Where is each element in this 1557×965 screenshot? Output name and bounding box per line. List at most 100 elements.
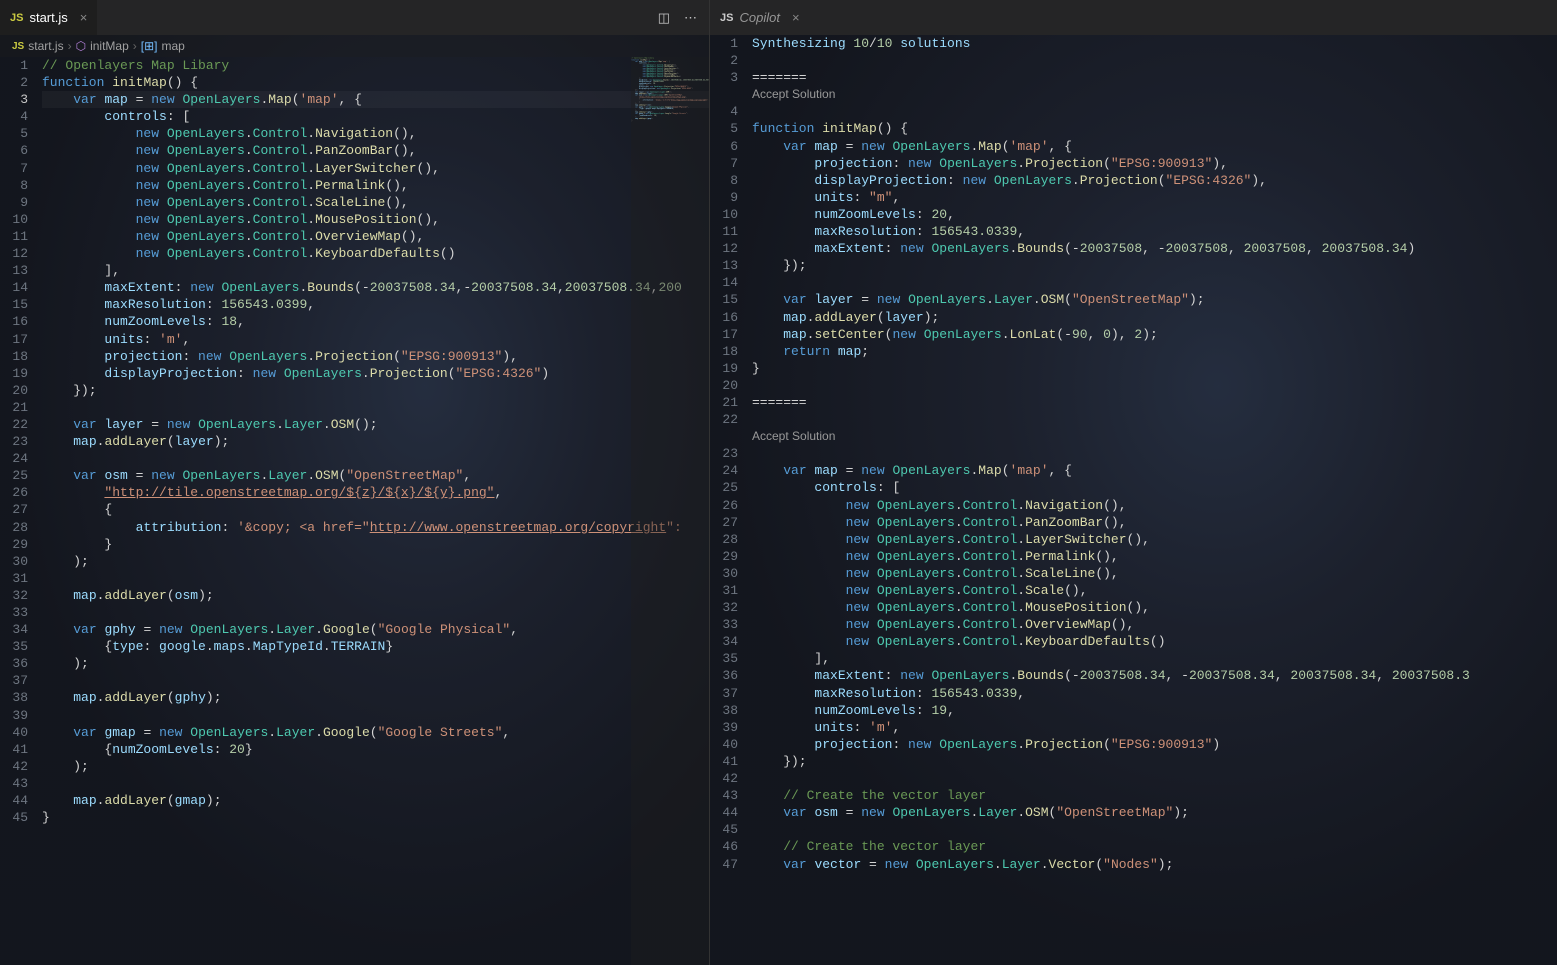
code-line[interactable]: controls: [: [42, 108, 709, 125]
code-line[interactable]: // Create the vector layer: [752, 838, 1557, 855]
code-line[interactable]: [42, 672, 709, 689]
code-line[interactable]: projection: new OpenLayers.Projection("E…: [752, 736, 1557, 753]
breadcrumb[interactable]: JS start.js › ⬡ initMap › [⊞] map: [0, 35, 709, 57]
code-line[interactable]: Synthesizing 10/10 solutions: [752, 35, 1557, 52]
code-line[interactable]: numZoomLevels: 20,: [752, 206, 1557, 223]
code-line[interactable]: });: [752, 753, 1557, 770]
code-line[interactable]: new OpenLayers.Control.Scale(),: [752, 582, 1557, 599]
code-line[interactable]: var osm = new OpenLayers.Layer.OSM("Open…: [42, 467, 709, 484]
code-line[interactable]: numZoomLevels: 18,: [42, 313, 709, 330]
code-line[interactable]: }: [42, 809, 709, 826]
code-line[interactable]: [42, 604, 709, 621]
code-line[interactable]: units: 'm',: [42, 331, 709, 348]
code-line[interactable]: map.addLayer(gmap);: [42, 792, 709, 809]
code-line[interactable]: [752, 445, 1557, 462]
code-editor-left[interactable]: 1234567891011121314151617181920212223242…: [0, 57, 709, 965]
code-line[interactable]: // Create the vector layer: [752, 787, 1557, 804]
minimap[interactable]: // Openlayers Map Libaryfunction initMap…: [631, 57, 709, 965]
code-line[interactable]: new OpenLayers.Control.Permalink(),: [42, 177, 709, 194]
code-line[interactable]: var vector = new OpenLayers.Layer.Vector…: [752, 856, 1557, 873]
code-line[interactable]: units: 'm',: [752, 719, 1557, 736]
code-line[interactable]: new OpenLayers.Control.MousePosition(),: [752, 599, 1557, 616]
code-line[interactable]: [752, 274, 1557, 291]
code-line[interactable]: [42, 399, 709, 416]
code-line[interactable]: map.setCenter(new OpenLayers.LonLat(-90,…: [752, 326, 1557, 343]
code-content[interactable]: // Openlayers Map Libaryfunction initMap…: [42, 57, 709, 965]
code-line[interactable]: "http://tile.openstreetmap.org/${z}/${x}…: [42, 484, 709, 501]
code-line[interactable]: );: [42, 758, 709, 775]
code-line[interactable]: var layer = new OpenLayers.Layer.OSM();: [42, 416, 709, 433]
code-line[interactable]: var map = new OpenLayers.Map('map', {: [752, 138, 1557, 155]
tab-start-js[interactable]: JS start.js ×: [0, 0, 97, 35]
code-line[interactable]: maxResolution: 156543.0339,: [752, 685, 1557, 702]
code-line[interactable]: var gmap = new OpenLayers.Layer.Google("…: [42, 724, 709, 741]
code-line[interactable]: projection: new OpenLayers.Projection("E…: [42, 348, 709, 365]
code-line[interactable]: maxExtent: new OpenLayers.Bounds(-200375…: [752, 667, 1557, 684]
code-line[interactable]: new OpenLayers.Control.LayerSwitcher(),: [752, 531, 1557, 548]
code-line[interactable]: function initMap() {: [752, 120, 1557, 137]
code-line[interactable]: );: [42, 655, 709, 672]
code-line[interactable]: new OpenLayers.Control.PanZoomBar(),: [752, 514, 1557, 531]
code-line[interactable]: map.addLayer(gphy);: [42, 689, 709, 706]
code-line[interactable]: units: "m",: [752, 189, 1557, 206]
code-line[interactable]: return map;: [752, 343, 1557, 360]
code-line[interactable]: [42, 570, 709, 587]
code-line[interactable]: =======: [752, 394, 1557, 411]
code-line[interactable]: numZoomLevels: 19,: [752, 702, 1557, 719]
code-line[interactable]: [752, 411, 1557, 428]
code-line[interactable]: new OpenLayers.Control.Permalink(),: [752, 548, 1557, 565]
code-line[interactable]: var osm = new OpenLayers.Layer.OSM("Open…: [752, 804, 1557, 821]
code-line[interactable]: map.addLayer(layer);: [42, 433, 709, 450]
code-line[interactable]: new OpenLayers.Control.OverviewMap(),: [42, 228, 709, 245]
code-line[interactable]: var map = new OpenLayers.Map('map', {: [752, 462, 1557, 479]
codelens-accept-solution[interactable]: Accept Solution: [752, 86, 1557, 103]
code-line[interactable]: function initMap() {: [42, 74, 709, 91]
code-line[interactable]: new OpenLayers.Control.MousePosition(),: [42, 211, 709, 228]
code-line[interactable]: [752, 103, 1557, 120]
code-line[interactable]: new OpenLayers.Control.LayerSwitcher(),: [42, 160, 709, 177]
code-line[interactable]: map.addLayer(layer);: [752, 309, 1557, 326]
code-line[interactable]: displayProjection: new OpenLayers.Projec…: [42, 365, 709, 382]
code-line[interactable]: new OpenLayers.Control.Navigation(),: [752, 497, 1557, 514]
code-line[interactable]: [752, 52, 1557, 69]
code-line[interactable]: [42, 450, 709, 467]
close-tab-icon[interactable]: ×: [792, 10, 800, 25]
code-content[interactable]: Synthesizing 10/10 solutions ======= Acce…: [752, 35, 1557, 965]
code-line[interactable]: ],: [752, 650, 1557, 667]
code-line[interactable]: [752, 377, 1557, 394]
code-line[interactable]: var layer = new OpenLayers.Layer.OSM("Op…: [752, 291, 1557, 308]
code-line[interactable]: new OpenLayers.Control.ScaleLine(),: [752, 565, 1557, 582]
breadcrumb-symbol[interactable]: initMap: [90, 39, 129, 53]
code-line[interactable]: projection: new OpenLayers.Projection("E…: [752, 155, 1557, 172]
code-line[interactable]: new OpenLayers.Control.KeyboardDefaults(…: [42, 245, 709, 262]
more-actions-icon[interactable]: ⋯: [684, 10, 697, 26]
code-line[interactable]: {type: google.maps.MapTypeId.TERRAIN}: [42, 638, 709, 655]
code-line[interactable]: );: [42, 553, 709, 570]
code-line[interactable]: [42, 707, 709, 724]
code-line[interactable]: {: [42, 501, 709, 518]
code-line[interactable]: new OpenLayers.Control.KeyboardDefaults(…: [752, 633, 1557, 650]
code-line[interactable]: var gphy = new OpenLayers.Layer.Google("…: [42, 621, 709, 638]
code-line[interactable]: map.addLayer(osm);: [42, 587, 709, 604]
code-line[interactable]: new OpenLayers.Control.PanZoomBar(),: [42, 142, 709, 159]
code-line[interactable]: });: [42, 382, 709, 399]
code-line[interactable]: maxExtent: new OpenLayers.Bounds(-200375…: [752, 240, 1557, 257]
code-line[interactable]: // Openlayers Map Libary: [42, 57, 709, 74]
code-line[interactable]: maxResolution: 156543.0339,: [752, 223, 1557, 240]
close-tab-icon[interactable]: ×: [80, 10, 88, 25]
code-line[interactable]: new OpenLayers.Control.Navigation(),: [42, 125, 709, 142]
breadcrumb-file[interactable]: start.js: [28, 39, 63, 53]
code-line[interactable]: var map = new OpenLayers.Map('map', {: [42, 91, 709, 108]
code-line[interactable]: new OpenLayers.Control.ScaleLine(),: [42, 194, 709, 211]
codelens-accept-solution[interactable]: Accept Solution: [752, 428, 1557, 445]
code-line[interactable]: {numZoomLevels: 20}: [42, 741, 709, 758]
code-line[interactable]: new OpenLayers.Control.OverviewMap(),: [752, 616, 1557, 633]
code-line[interactable]: displayProjection: new OpenLayers.Projec…: [752, 172, 1557, 189]
breadcrumb-symbol[interactable]: map: [161, 39, 184, 53]
code-line[interactable]: controls: [: [752, 479, 1557, 496]
code-line[interactable]: }: [752, 360, 1557, 377]
code-line[interactable]: maxResolution: 156543.0399,: [42, 296, 709, 313]
code-line[interactable]: maxExtent: new OpenLayers.Bounds(-200375…: [42, 279, 709, 296]
code-line[interactable]: ],: [42, 262, 709, 279]
code-line[interactable]: [752, 770, 1557, 787]
